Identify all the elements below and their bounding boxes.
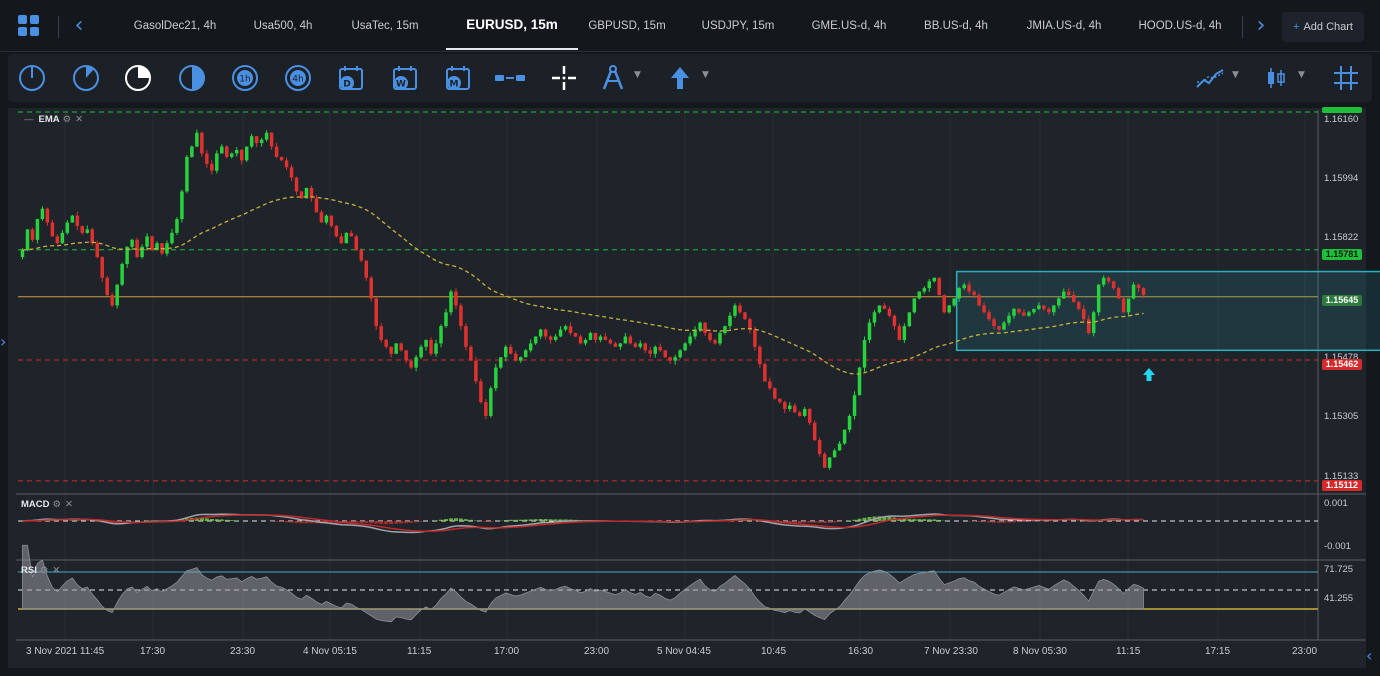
- time-axis-label: 4 Nov 05:15: [303, 646, 357, 657]
- svg-text:D: D: [343, 80, 350, 90]
- svg-text:M: M: [450, 80, 459, 90]
- ema-legend: — EMA ⚙ ✕: [24, 114, 84, 125]
- time-axis-label: 5 Nov 04:45: [657, 646, 711, 657]
- time-axis-label: 3 Nov 2021 11:45: [26, 646, 105, 657]
- price-axis-label: 1.15822: [1324, 232, 1359, 243]
- time-axis-label: 17:15: [1205, 646, 1231, 657]
- add-chart-button[interactable]: + Add Chart: [1282, 12, 1364, 42]
- horizontal-line-tool-icon[interactable]: [494, 62, 526, 94]
- clock-30m-icon[interactable]: [176, 62, 208, 94]
- svg-text:4h: 4h: [292, 75, 303, 85]
- chart-tab-bar: ‹ GasolDec21, 4h Usa500, 4h UsaTec, 15m EUR…: [0, 0, 1380, 52]
- macd-axis-label: 0.001: [1324, 498, 1348, 509]
- time-axis-label: 11:15: [1116, 646, 1141, 657]
- time-axis-label: 10:45: [761, 646, 787, 657]
- chart-tab[interactable]: GBPUSD, 15m: [585, 0, 669, 50]
- layout-grid-icon[interactable]: [18, 15, 40, 37]
- indicators-icon[interactable]: [1194, 62, 1226, 94]
- rsi-legend: RSI ⚙ ✕: [21, 565, 61, 576]
- right-panel-toggle-icon[interactable]: ‹: [1366, 646, 1372, 665]
- macd-legend: MACD ⚙ ✕: [21, 499, 73, 510]
- drawing-compass-icon[interactable]: [597, 62, 629, 94]
- chart-toolbar: 1h 4h D W M ▼ ▼ ▼ ▼: [8, 54, 1372, 102]
- left-panel-toggle-icon[interactable]: ›: [0, 332, 6, 351]
- clock-1m-icon[interactable]: [16, 62, 48, 94]
- time-axis-label: 17:30: [140, 646, 166, 657]
- chevron-down-icon[interactable]: ▼: [1232, 70, 1239, 80]
- chevron-down-icon[interactable]: ▼: [1298, 70, 1305, 80]
- chevron-down-icon[interactable]: ▼: [634, 70, 641, 80]
- chart-tab[interactable]: BB.US-d, 4h: [918, 0, 994, 50]
- current-price-badge: 1.15645: [1322, 295, 1362, 306]
- macd-axis-label: -0.001: [1324, 541, 1351, 552]
- candlestick-type-icon[interactable]: [1260, 62, 1292, 94]
- time-axis-label: 23:00: [584, 646, 610, 657]
- gear-icon[interactable]: ⚙: [53, 499, 62, 510]
- tabs-scroll-right-icon[interactable]: ›: [1250, 14, 1272, 38]
- close-icon[interactable]: ✕: [52, 565, 60, 576]
- price-axis-label: 1.15305: [1324, 411, 1359, 422]
- svg-text:1h: 1h: [239, 75, 250, 85]
- price-badge-top: [1322, 107, 1362, 113]
- time-axis-label: 23:00: [1292, 646, 1318, 657]
- clock-15m-icon[interactable]: [122, 62, 154, 94]
- rsi-axis-label: 41.255: [1324, 593, 1354, 604]
- clock-4h-icon[interactable]: 4h: [282, 62, 314, 94]
- time-axis-label: 7 Nov 23:30: [924, 646, 978, 657]
- chart-tab[interactable]: GasolDec21, 4h: [122, 0, 228, 50]
- svg-text:W: W: [396, 80, 406, 90]
- price-badge: 1.15112: [1322, 480, 1362, 491]
- time-axis-label: 23:30: [230, 646, 256, 657]
- chart-tab[interactable]: JMIA.US-d, 4h: [1022, 0, 1106, 50]
- arrow-up-icon[interactable]: [664, 62, 696, 94]
- chart-tab[interactable]: EURUSD, 15m: [446, 0, 578, 50]
- price-badge: 1.15462: [1322, 359, 1362, 370]
- time-axis-label: 8 Nov 05:30: [1013, 646, 1067, 657]
- price-axis-label: 1.16160: [1324, 114, 1359, 125]
- close-icon[interactable]: ✕: [65, 499, 73, 510]
- chart-tab[interactable]: UsaTec, 15m: [340, 0, 430, 50]
- grid-icon[interactable]: [1330, 62, 1362, 94]
- chevron-down-icon[interactable]: ▼: [702, 70, 709, 80]
- chart-tab[interactable]: USDJPY, 15m: [696, 0, 780, 50]
- calendar-month-icon[interactable]: M: [442, 62, 474, 94]
- price-badge: 1.15781: [1322, 249, 1362, 260]
- rsi-axis-label: 71.725: [1324, 564, 1354, 575]
- chart-area[interactable]: [8, 108, 1366, 668]
- clock-1h-icon[interactable]: 1h: [229, 62, 261, 94]
- time-axis-label: 17:00: [494, 646, 520, 657]
- chart-tab[interactable]: Usa500, 4h: [240, 0, 326, 50]
- time-axis-label: 11:15: [407, 646, 432, 657]
- plus-icon: +: [1293, 21, 1300, 33]
- time-axis-label: 16:30: [848, 646, 874, 657]
- tabs-scroll-left-icon[interactable]: ‹: [68, 14, 90, 38]
- calendar-day-icon[interactable]: D: [335, 62, 367, 94]
- clock-5m-icon[interactable]: [70, 62, 102, 94]
- close-icon[interactable]: ✕: [75, 114, 83, 125]
- gear-icon[interactable]: ⚙: [63, 114, 72, 125]
- chart-tab[interactable]: GME.US-d, 4h: [804, 0, 894, 50]
- price-axis-label: 1.15994: [1324, 173, 1359, 184]
- calendar-week-icon[interactable]: W: [389, 62, 421, 94]
- gear-icon[interactable]: ⚙: [40, 565, 49, 576]
- crosshair-icon[interactable]: [548, 62, 580, 94]
- chart-tab[interactable]: HOOD.US-d, 4h: [1132, 0, 1228, 50]
